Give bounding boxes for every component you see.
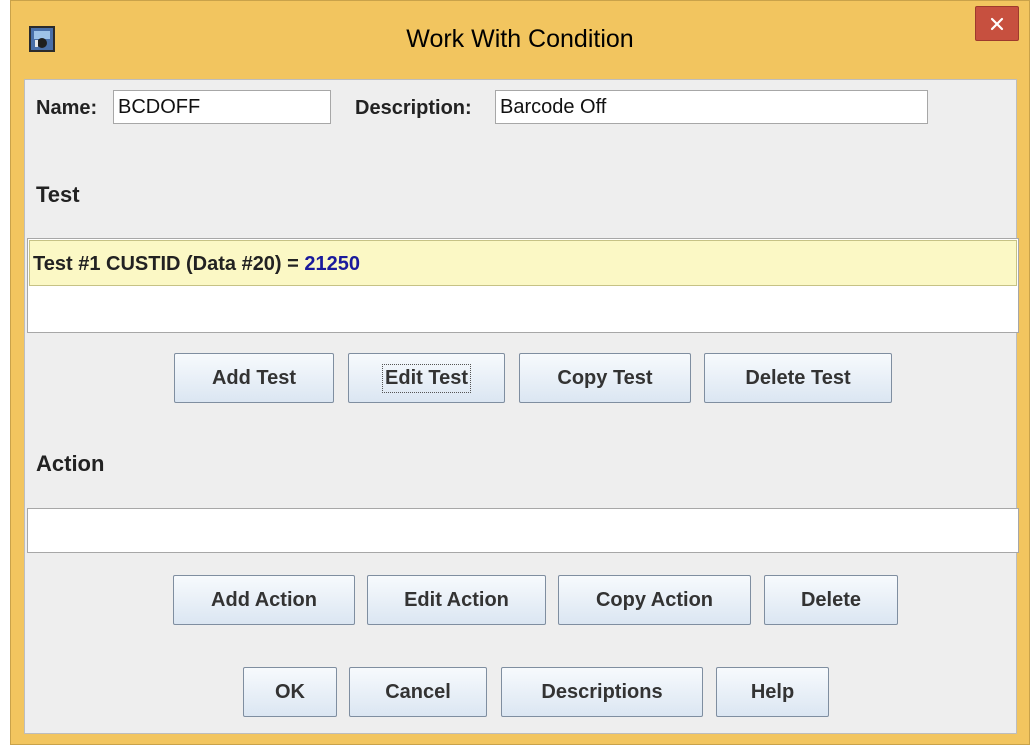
dialog-content: Name: Description: Test Test #1 CUSTID (… xyxy=(24,79,1019,734)
test-row-value: 21250 xyxy=(304,253,361,275)
description-field[interactable] xyxy=(495,90,928,124)
action-list[interactable] xyxy=(27,508,1019,553)
name-field[interactable] xyxy=(113,90,331,124)
window-title: Work With Condition xyxy=(406,25,634,53)
close-icon xyxy=(990,17,1004,30)
title-bar[interactable]: Work With Condition xyxy=(11,1,1029,79)
edit-action-button-label: Edit Action xyxy=(404,588,509,611)
descriptions-button-label: Descriptions xyxy=(541,680,663,703)
delete-test-button-label: Delete Test xyxy=(745,366,851,389)
delete-action-button-label: Delete xyxy=(800,588,862,611)
ok-button[interactable]: OK xyxy=(243,667,337,717)
edit-test-button[interactable]: Edit Test xyxy=(348,353,505,403)
cancel-button-label: Cancel xyxy=(385,680,451,703)
name-label: Name: xyxy=(36,97,98,119)
edit-test-button-label: Edit Test xyxy=(382,363,471,393)
add-action-button-label: Add Action xyxy=(211,588,317,611)
cancel-button[interactable]: Cancel xyxy=(349,667,487,717)
delete-action-button[interactable]: Delete xyxy=(764,575,898,625)
description-label: Description: xyxy=(355,97,472,119)
add-test-button[interactable]: Add Test xyxy=(174,353,334,403)
test-list-row[interactable]: Test #1 CUSTID (Data #20) = 21250 xyxy=(29,240,1017,286)
close-button[interactable] xyxy=(975,6,1019,41)
add-action-button[interactable]: Add Action xyxy=(173,575,355,625)
add-test-button-label: Add Test xyxy=(211,366,297,389)
copy-action-button-label: Copy Action xyxy=(595,588,714,611)
test-row-label: Test #1 CUSTID (Data #20) = xyxy=(33,253,305,275)
descriptions-button[interactable]: Descriptions xyxy=(501,667,703,717)
edit-action-button[interactable]: Edit Action xyxy=(367,575,546,625)
test-list[interactable]: Test #1 CUSTID (Data #20) = 21250 xyxy=(27,238,1019,333)
copy-action-button[interactable]: Copy Action xyxy=(558,575,751,625)
test-section-heading: Test xyxy=(36,182,80,207)
action-section-heading: Action xyxy=(36,451,105,476)
help-button-label: Help xyxy=(750,680,795,703)
copy-test-button-label: Copy Test xyxy=(557,366,653,389)
delete-test-button[interactable]: Delete Test xyxy=(704,353,892,403)
dialog-window: Work With Condition Name: Description: T… xyxy=(10,0,1030,745)
copy-test-button[interactable]: Copy Test xyxy=(519,353,691,403)
ok-button-label: OK xyxy=(275,680,305,703)
help-button[interactable]: Help xyxy=(716,667,829,717)
